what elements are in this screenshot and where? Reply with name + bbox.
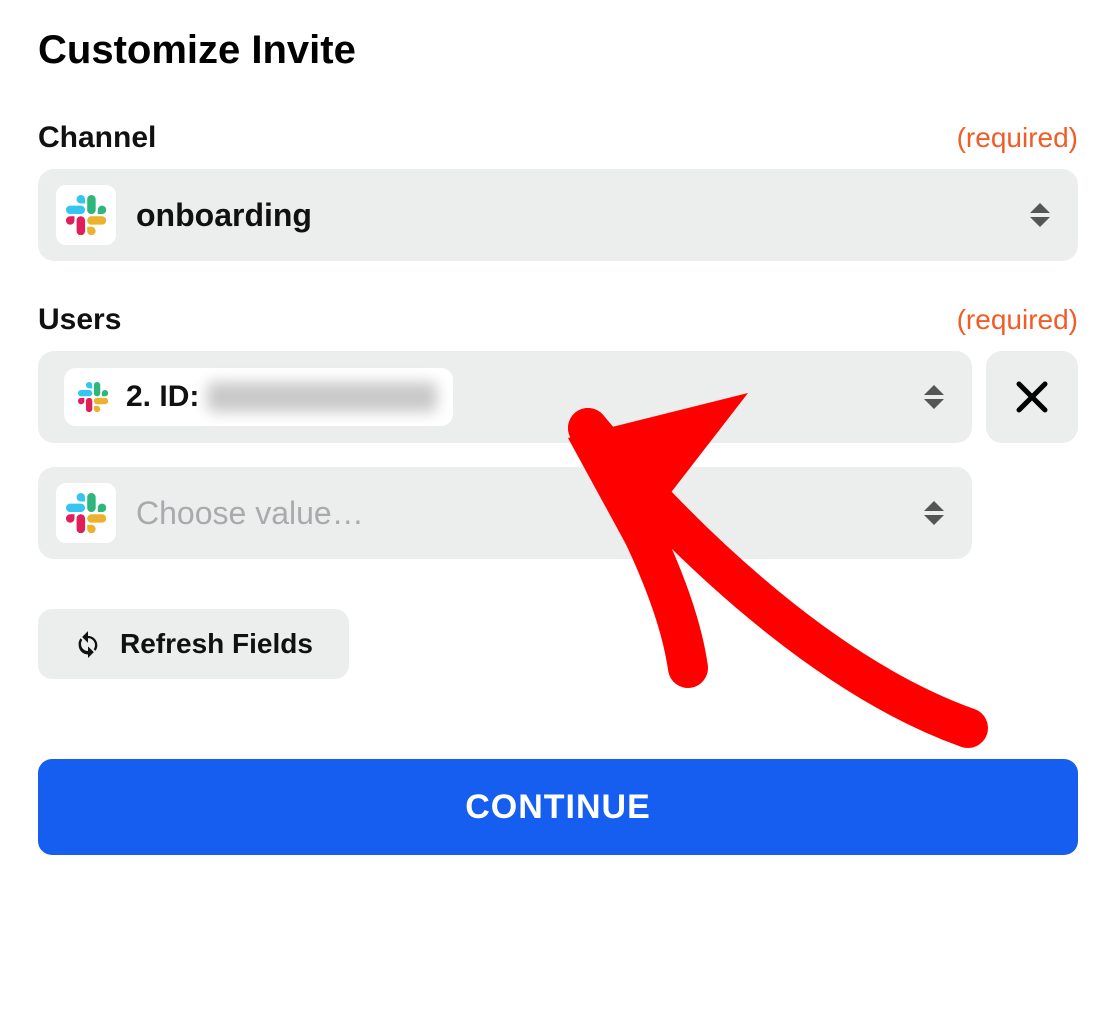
users-placeholder: Choose value…: [136, 495, 364, 532]
users-required-tag: (required): [957, 304, 1078, 336]
chevron-sort-icon: [1030, 203, 1050, 227]
channel-select[interactable]: onboarding: [38, 169, 1078, 261]
users-add-select[interactable]: Choose value…: [38, 467, 972, 559]
chevron-sort-icon: [924, 385, 944, 409]
refresh-label: Refresh Fields: [120, 628, 313, 660]
chevron-sort-icon: [924, 501, 944, 525]
users-label: Users: [38, 303, 121, 337]
slack-icon: [72, 376, 114, 418]
remove-user-button[interactable]: [986, 351, 1078, 443]
page-title: Customize Invite: [38, 28, 1078, 73]
channel-required-tag: (required): [957, 122, 1078, 154]
redacted-id: [207, 382, 437, 412]
refresh-fields-button[interactable]: Refresh Fields: [38, 609, 349, 679]
close-icon: [1013, 378, 1051, 416]
refresh-icon: [74, 630, 102, 658]
user-pill: 2. ID:: [64, 368, 453, 426]
continue-label: CONTINUE: [465, 788, 651, 827]
channel-value: onboarding: [136, 197, 312, 234]
slack-icon: [56, 185, 116, 245]
users-selected-row[interactable]: 2. ID:: [38, 351, 972, 443]
continue-button[interactable]: CONTINUE: [38, 759, 1078, 855]
user-id-prefix: 2. ID:: [126, 380, 199, 414]
channel-label: Channel: [38, 121, 156, 155]
slack-icon: [56, 483, 116, 543]
